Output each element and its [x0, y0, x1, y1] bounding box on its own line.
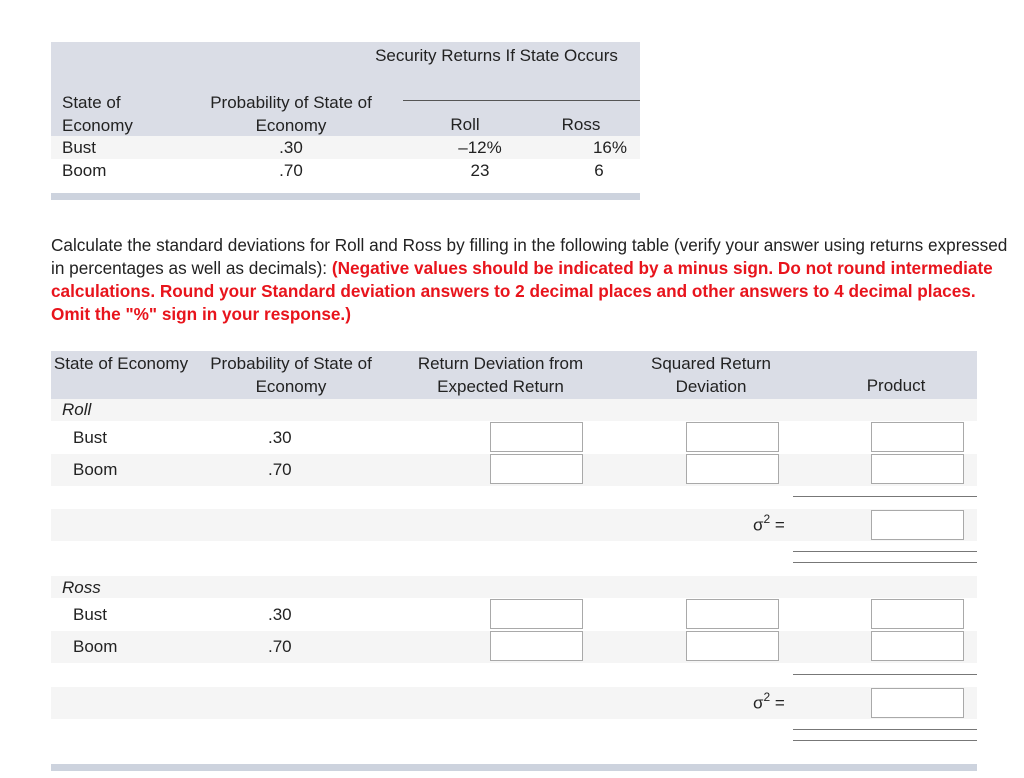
sigma-symbol: σ: [753, 693, 764, 713]
row-state: Bust: [73, 428, 108, 447]
header-group-label: Security Returns If State Occurs: [375, 46, 618, 65]
ross-bust-return-deviation-input[interactable]: [490, 599, 583, 629]
col-header-product: Product: [866, 376, 926, 395]
ross-bust-squared-deviation-input[interactable]: [686, 599, 779, 629]
row-state: Boom: [73, 460, 118, 479]
sigma-symbol: σ: [753, 515, 764, 535]
ross-boom-squared-deviation-input[interactable]: [686, 631, 779, 661]
row-probability: .70: [268, 637, 292, 656]
header-group-rule: [403, 100, 640, 101]
roll-bust-squared-deviation-input[interactable]: [686, 422, 779, 452]
double-rule-top: [793, 551, 977, 552]
variance-row-roll: [51, 509, 977, 541]
ross-bust-product-input[interactable]: [871, 599, 964, 629]
section-row-roll: [51, 399, 977, 421]
section-label-roll: Roll: [62, 400, 92, 419]
sum-rule: [793, 496, 977, 497]
roll-boom-return-deviation-input[interactable]: [490, 454, 583, 484]
row-state: Bust: [62, 138, 97, 157]
roll-boom-squared-deviation-input[interactable]: [686, 454, 779, 484]
row-ross-return: 16%: [592, 138, 627, 157]
equals-sign: =: [774, 693, 785, 713]
roll-bust-return-deviation-input[interactable]: [490, 422, 583, 452]
roll-boom-product-input[interactable]: [871, 454, 964, 484]
variance-label-ross: σ2 =: [753, 690, 785, 714]
variance-label-roll: σ2 =: [753, 512, 785, 536]
answer-table: State of Economy Probability of State of…: [51, 351, 977, 771]
table-footer-bar: [51, 193, 640, 200]
section-label-ross: Ross: [62, 578, 101, 597]
col-header-roll: Roll: [450, 115, 480, 134]
instructions: Calculate the standard deviations for Ro…: [51, 234, 1016, 326]
table-footer-bar: [51, 764, 977, 771]
sum-rule: [793, 674, 977, 675]
exponent: 2: [763, 690, 771, 704]
row-probability: .30: [268, 605, 292, 624]
row-probability: .70: [279, 161, 303, 180]
given-returns-table: Security Returns If State Occurs State o…: [51, 42, 640, 200]
double-rule-top: [793, 729, 977, 730]
row-roll-return: –12%: [458, 138, 502, 157]
table-row: [51, 136, 640, 159]
section-row-ross: [51, 576, 977, 598]
col-header-squared-deviation: Squared Return Deviation: [650, 354, 772, 396]
double-rule-bottom: [793, 562, 977, 563]
exponent: 2: [763, 512, 771, 526]
col-header-probability: Probability of State of Economy: [210, 354, 372, 396]
table-row: [51, 159, 640, 182]
col-header-return-deviation: Return Deviation from Expected Return: [417, 354, 584, 396]
row-probability: .70: [268, 460, 292, 479]
col-header-probability: Probability of State of Economy: [210, 93, 372, 135]
equals-sign: =: [774, 515, 785, 535]
row-state: Boom: [62, 161, 107, 180]
row-state: Bust: [73, 605, 108, 624]
roll-variance-input[interactable]: [871, 510, 964, 540]
row-state: Boom: [73, 637, 118, 656]
ross-boom-return-deviation-input[interactable]: [490, 631, 583, 661]
double-rule-bottom: [793, 740, 977, 741]
col-header-ross: Ross: [561, 115, 601, 134]
col-header-state: State of Economy: [62, 93, 133, 135]
row-ross-return: 6: [594, 161, 604, 180]
row-probability: .30: [279, 138, 303, 157]
row-probability: .30: [268, 428, 292, 447]
ross-boom-product-input[interactable]: [871, 631, 964, 661]
roll-bust-product-input[interactable]: [871, 422, 964, 452]
col-header-state: State of Economy: [53, 354, 189, 373]
ross-variance-input[interactable]: [871, 688, 964, 718]
variance-row-ross: [51, 687, 977, 719]
row-roll-return: 23: [470, 161, 490, 180]
